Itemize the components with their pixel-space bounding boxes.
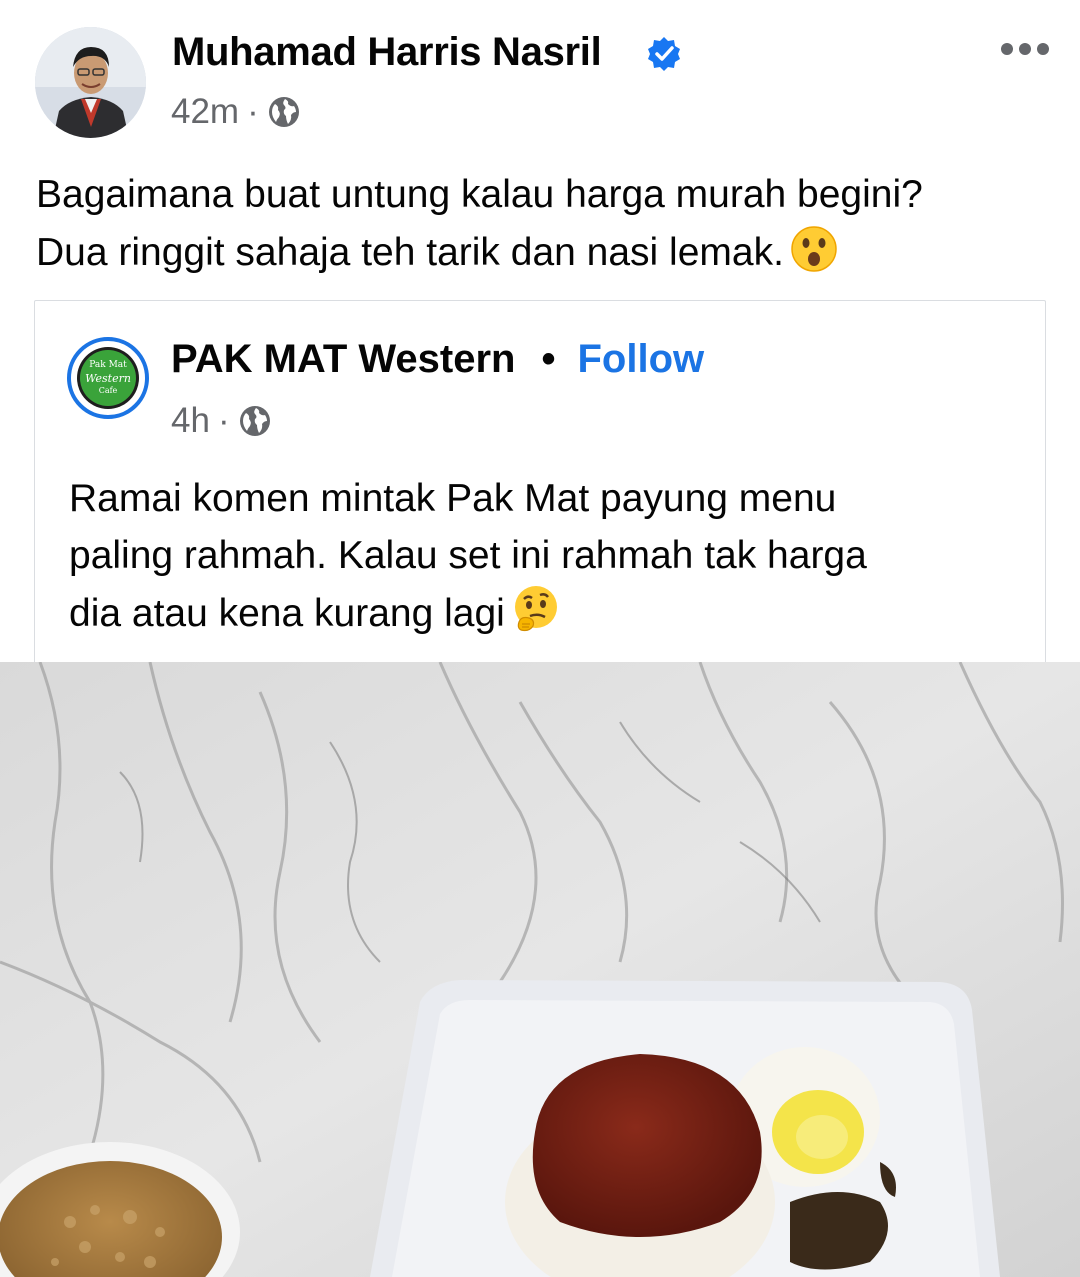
logo-text-mid: Western [85,372,131,385]
author-photo [35,27,146,138]
post-photo[interactable] [0,662,1080,1277]
verified-badge-icon [648,37,680,71]
post-time[interactable]: 42m [171,92,239,132]
more-options-icon[interactable] [1000,38,1050,60]
logo-text-bottom: Cafe [99,386,118,395]
follow-dot: • [541,337,556,381]
page-name[interactable]: PAK MAT Western [171,337,515,382]
shared-post-text: Ramai komen mintak Pak Mat payung menu p… [69,470,1019,650]
shared-text-line-1: Ramai komen mintak Pak Mat payung menu [69,477,837,520]
globe-icon [238,404,272,438]
shared-post-meta: 4h · [171,401,272,441]
meta-separator: · [217,401,230,440]
meta-separator: · [247,92,259,131]
post-caption: Bagaimana buat untung kalau harga murah … [36,166,1066,290]
post-meta: 42m · [171,92,301,132]
shared-post-time[interactable]: 4h [171,401,210,441]
surprised-face-emoji [790,225,838,290]
shared-page-header: PAK MAT Western • Follow [171,337,704,382]
author-name[interactable]: Muhamad Harris Nasril [172,30,602,75]
author-avatar[interactable] [35,27,146,138]
caption-line-1: Bagaimana buat untung kalau harga murah … [36,173,923,216]
shared-text-line-3: dia atau kena kurang lagi [69,584,1019,650]
thinking-face-emoji [511,584,561,650]
follow-button[interactable]: Follow [578,337,705,382]
page-logo[interactable]: Pak Mat Western Cafe [67,337,149,419]
logo-text-top: Pak Mat [89,360,127,370]
globe-icon [267,95,301,129]
caption-line-2: Dua ringgit sahaja teh tarik dan nasi le… [36,224,1066,290]
shared-text-line-2: paling rahmah. Kalau set ini rahmah tak … [69,534,867,577]
